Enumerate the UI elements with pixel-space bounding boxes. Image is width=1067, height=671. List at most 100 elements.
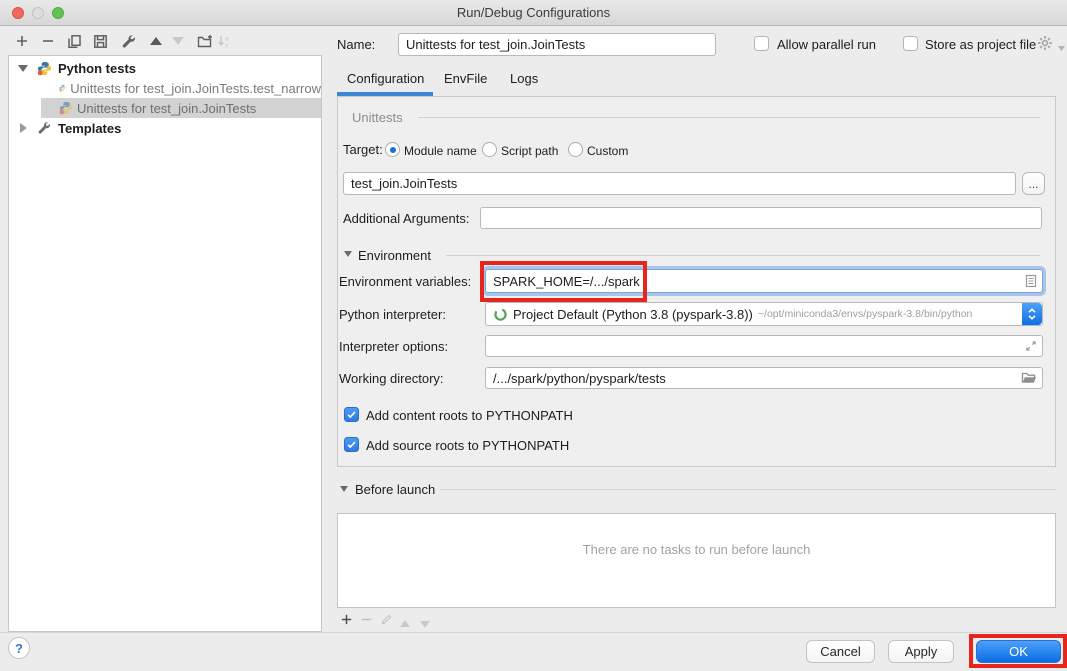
additional-arguments-input[interactable] (480, 207, 1042, 229)
unittests-group-label: Unittests (352, 110, 403, 125)
remove-icon (41, 34, 55, 48)
help-question-icon: ? (15, 641, 23, 656)
move-up-icon (150, 37, 162, 45)
interpreter-options-label: Interpreter options: (339, 339, 448, 354)
add-source-roots-label: Add source roots to PYTHONPATH (366, 438, 569, 453)
environment-variables-input[interactable]: SPARK_HOME=/.../spark (485, 269, 1043, 293)
copy-icon (67, 34, 82, 49)
store-as-project-file-checkbox[interactable] (903, 36, 918, 51)
tree-item-test-narrow[interactable]: Unittests for test_join.JoinTests.test_n… (9, 78, 321, 98)
target-custom-radio[interactable] (568, 142, 583, 157)
ok-button[interactable]: OK (976, 640, 1061, 663)
expand-arrow-icon[interactable] (18, 65, 28, 72)
tree-item-label: Templates (58, 121, 121, 136)
copy-configuration-button[interactable] (66, 33, 82, 49)
remove-icon (360, 613, 373, 626)
move-up-icon (400, 620, 410, 627)
move-down-button[interactable] (170, 33, 186, 49)
edit-pencil-icon (380, 613, 393, 626)
save-icon (93, 34, 108, 49)
browse-folder-button[interactable] (1021, 372, 1037, 385)
add-icon (15, 34, 29, 48)
new-folder-icon (197, 34, 213, 48)
edit-templates-button[interactable] (120, 33, 136, 49)
sort-configurations-button[interactable]: az (217, 33, 233, 49)
tree-item-label: Unittests for test_join.JoinTests (77, 101, 256, 116)
tree-item-label: Python tests (58, 61, 136, 76)
group-divider (440, 489, 1056, 490)
window-title: Run/Debug Configurations (0, 5, 1067, 20)
target-script-path-label[interactable]: Script path (501, 144, 558, 158)
before-launch-move-up-button[interactable] (400, 615, 410, 630)
python-test-config-icon (59, 81, 66, 95)
add-configuration-button[interactable] (14, 33, 30, 49)
chevron-down-icon (1058, 46, 1065, 51)
variables-list-icon (1025, 274, 1037, 288)
allow-parallel-run-checkbox[interactable] (754, 36, 769, 51)
target-value-input[interactable]: test_join.JoinTests (343, 172, 1016, 195)
tree-item-jointests-selected[interactable]: Unittests for test_join.JoinTests (9, 98, 321, 118)
before-launch-remove-button[interactable] (360, 613, 373, 629)
before-launch-collapse-arrow-icon[interactable] (340, 486, 348, 492)
group-divider (418, 117, 1040, 118)
before-launch-empty-text: There are no tasks to run before launch (337, 542, 1056, 557)
svg-text:a: a (225, 36, 229, 43)
move-up-button[interactable] (148, 33, 164, 49)
collapse-arrow-icon[interactable] (20, 123, 27, 133)
tree-item-python-tests[interactable]: Python tests (9, 58, 321, 78)
expand-editor-button[interactable] (1025, 340, 1037, 352)
help-button[interactable]: ? (8, 637, 30, 659)
name-input[interactable]: Unittests for test_join.JoinTests (398, 33, 716, 56)
store-options-button[interactable] (1037, 35, 1065, 54)
environment-variables-label: Environment variables: (339, 274, 471, 289)
browse-target-button[interactable]: ... (1022, 172, 1045, 195)
python-interpreter-select[interactable]: Project Default (Python 3.8 (pyspark-3.8… (485, 302, 1043, 326)
apply-button[interactable]: Apply (888, 640, 954, 663)
target-custom-label[interactable]: Custom (587, 144, 628, 158)
environment-collapse-arrow-icon[interactable] (344, 251, 352, 257)
configurations-tree: Python tests Unittests for test_join.Joi… (8, 55, 322, 632)
python-tests-icon (37, 61, 52, 76)
target-module-name-label[interactable]: Module name (404, 144, 477, 158)
target-value: test_join.JoinTests (351, 176, 457, 191)
target-label: Target: (343, 142, 383, 157)
edit-variables-button[interactable] (1025, 274, 1037, 288)
tab-logs[interactable]: Logs (510, 71, 538, 86)
interpreter-options-input[interactable] (485, 335, 1043, 357)
target-script-path-radio[interactable] (482, 142, 497, 157)
working-directory-input[interactable]: /.../spark/python/pyspark/tests (485, 367, 1043, 389)
tab-configuration[interactable]: Configuration (347, 71, 424, 86)
footer-divider (0, 632, 1067, 633)
dropdown-stepper-icon[interactable] (1022, 303, 1042, 325)
before-launch-label[interactable]: Before launch (355, 482, 435, 497)
environment-group-label[interactable]: Environment (358, 248, 431, 263)
title-bar: Run/Debug Configurations (0, 0, 1067, 26)
working-directory-label: Working directory: (339, 371, 444, 386)
save-configuration-button[interactable] (92, 33, 108, 49)
open-folder-icon (1021, 372, 1037, 385)
target-module-name-radio[interactable] (385, 142, 400, 157)
check-icon (346, 409, 357, 420)
name-label: Name: (337, 37, 375, 52)
add-content-roots-checkbox[interactable] (344, 407, 359, 422)
tree-item-templates[interactable]: Templates (9, 118, 321, 138)
remove-configuration-button[interactable] (40, 33, 56, 49)
before-launch-move-down-button[interactable] (420, 616, 430, 631)
before-launch-task-list[interactable] (337, 513, 1056, 608)
before-launch-add-button[interactable] (340, 613, 353, 629)
allow-parallel-run-label: Allow parallel run (777, 37, 876, 52)
name-value: Unittests for test_join.JoinTests (406, 37, 585, 52)
before-launch-edit-button[interactable] (380, 613, 393, 629)
wrench-icon (121, 34, 136, 49)
environment-variables-value: SPARK_HOME=/.../spark (493, 274, 640, 289)
check-icon (346, 439, 357, 450)
python-interpreter-path: ~/opt/miniconda3/envs/pyspark-3.8/bin/py… (758, 308, 973, 320)
tab-envfile[interactable]: EnvFile (444, 71, 487, 86)
add-source-roots-checkbox[interactable] (344, 437, 359, 452)
new-folder-button[interactable] (197, 33, 213, 49)
group-divider (446, 255, 1040, 256)
cancel-button[interactable]: Cancel (806, 640, 875, 663)
ellipsis-icon: ... (1028, 179, 1038, 189)
python-interpreter-label: Python interpreter: (339, 307, 446, 322)
tree-item-label: Unittests for test_join.JoinTests.test_n… (70, 81, 321, 96)
